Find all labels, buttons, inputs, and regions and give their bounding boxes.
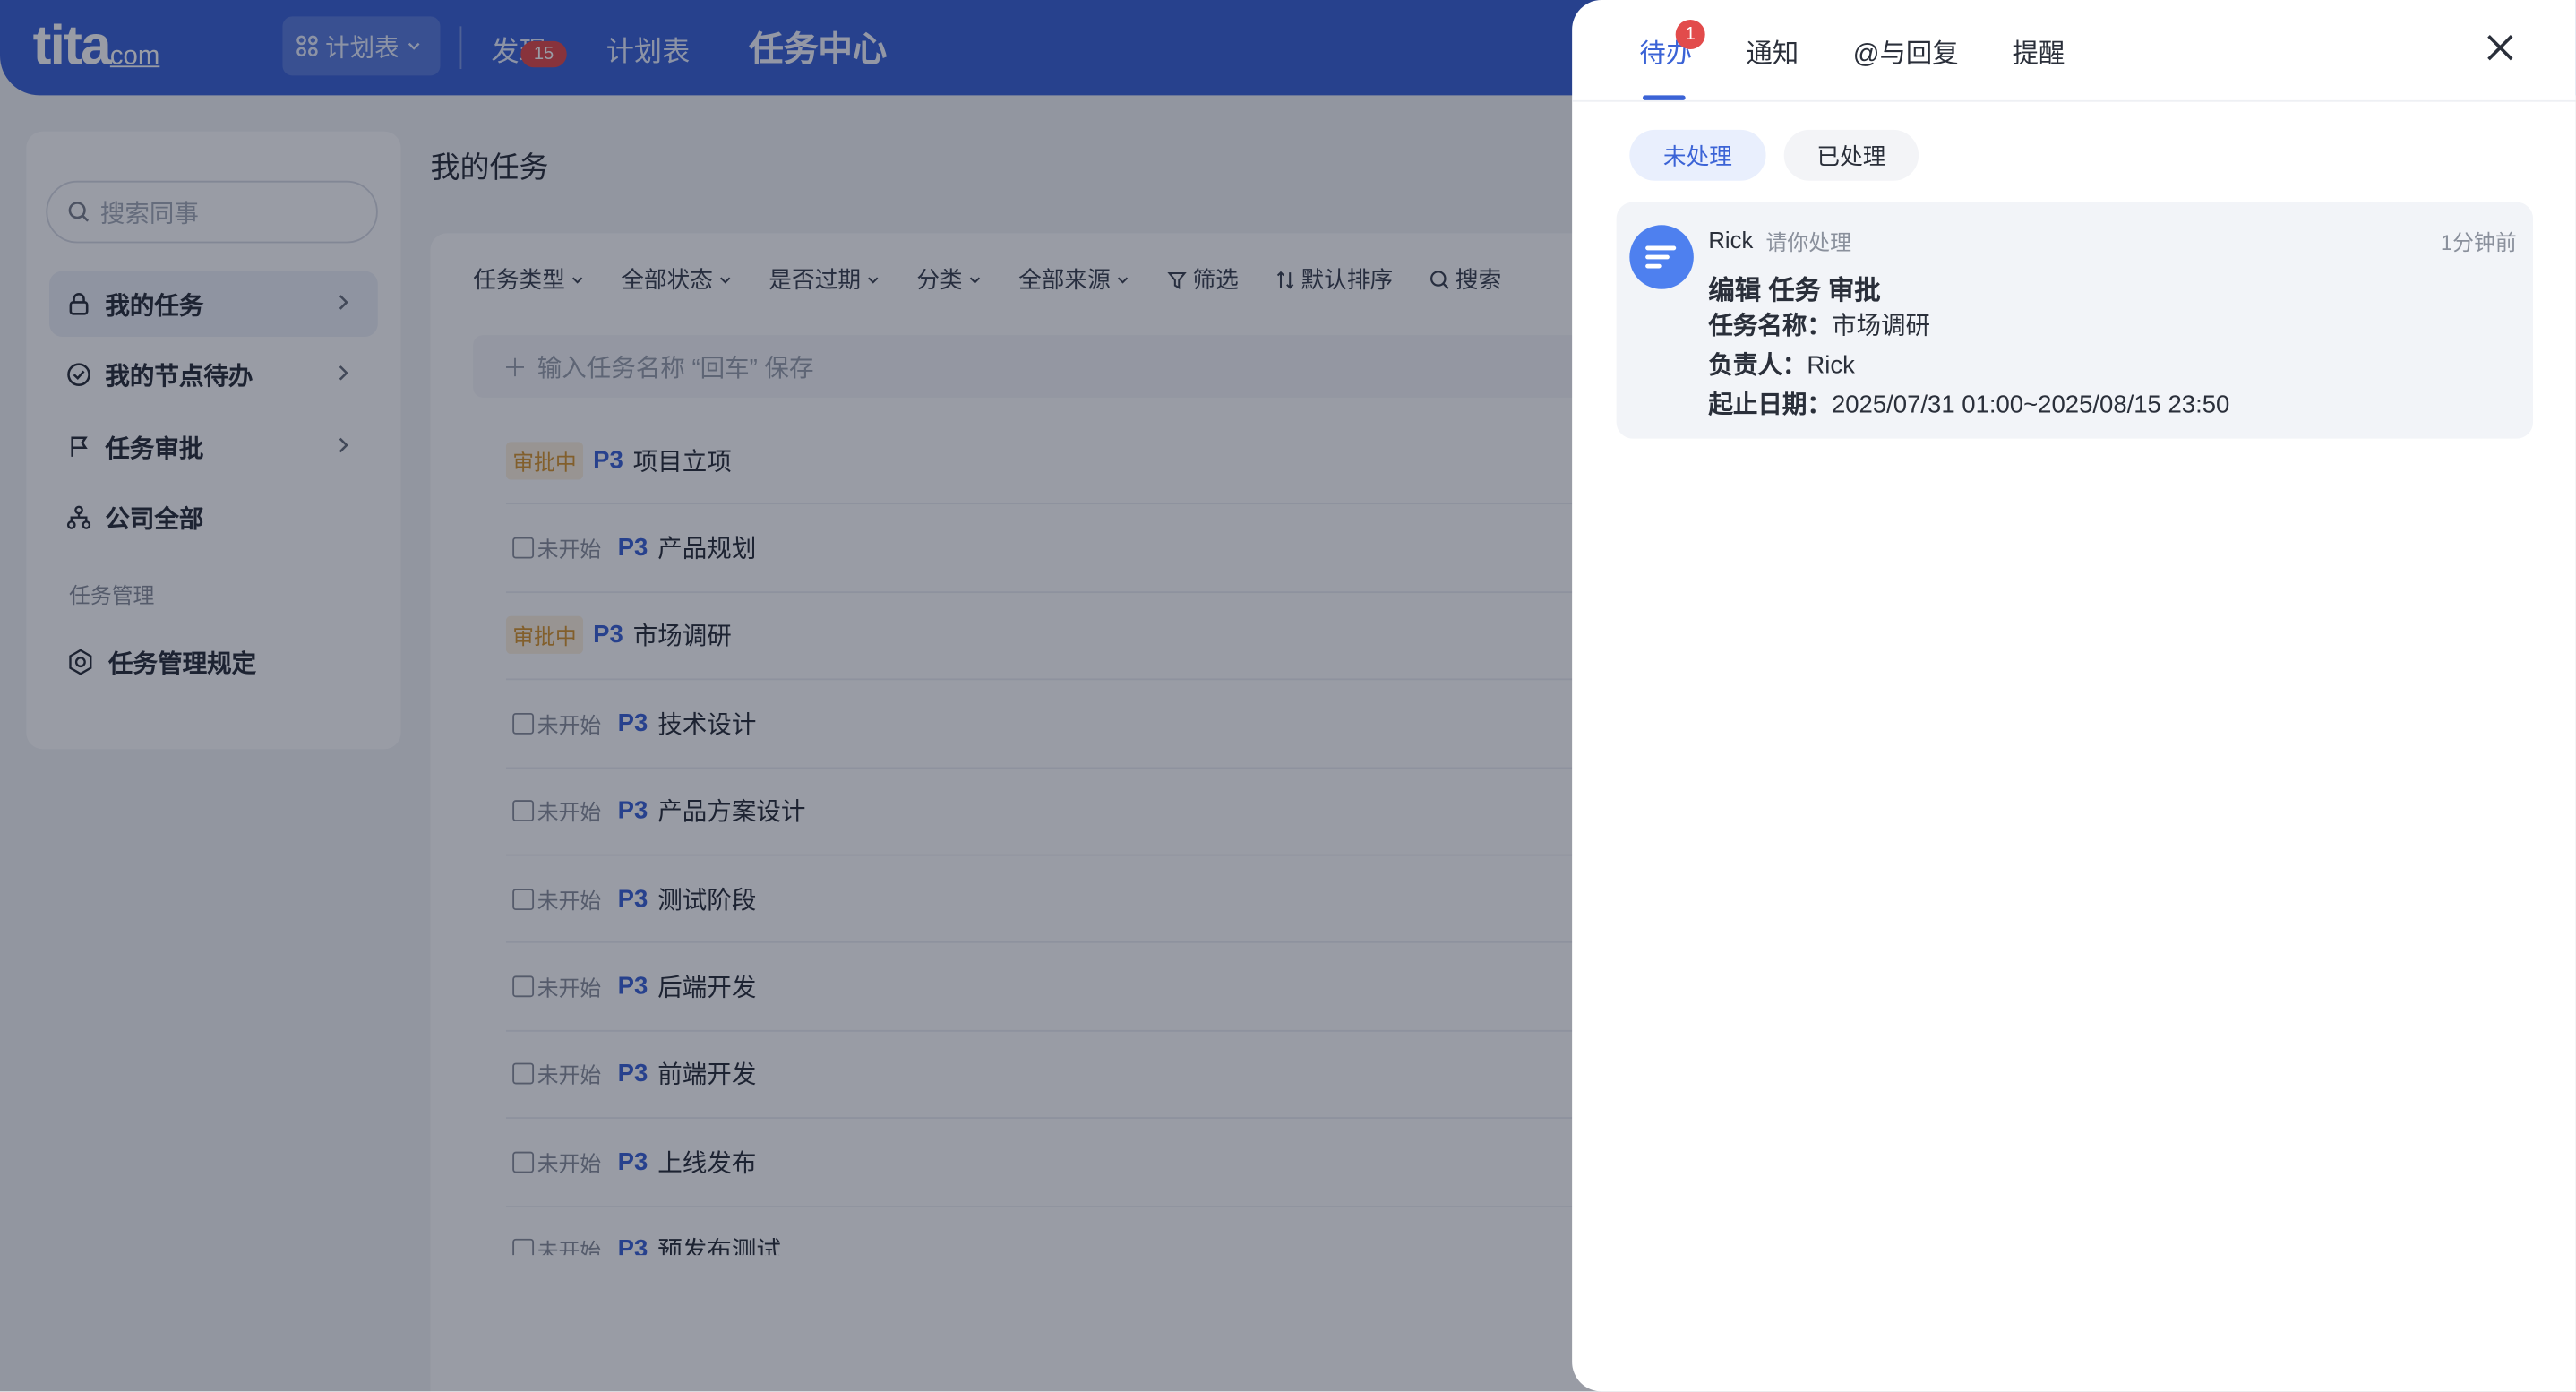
filter-processed-label: 已处理 xyxy=(1816,142,1886,168)
request-action: 请你处理 xyxy=(1765,229,1851,255)
tab-notifications[interactable]: 通知 xyxy=(1747,31,1799,71)
timestamp: 1分钟前 xyxy=(2440,229,2517,255)
drawer-tabs: 待办 1 通知 @与回复 提醒 xyxy=(1572,0,2576,102)
card-title: 编辑 任务 审批 xyxy=(1708,277,1881,306)
tab-reminders[interactable]: 提醒 xyxy=(2013,31,2065,71)
tab-todo-badge: 1 xyxy=(1675,20,1705,50)
tab-notifications-label: 通知 xyxy=(1746,40,1799,70)
card-line-owner: 负责人：Rick xyxy=(1708,347,1855,382)
line-label: 起止日期： xyxy=(1708,391,1832,419)
line-value: Rick xyxy=(1807,351,1855,380)
line-value: 2025/07/31 01:00~2025/08/15 23:50 xyxy=(1831,391,2230,419)
close-icon xyxy=(2487,35,2513,61)
tab-mentions-label: @与回复 xyxy=(1852,40,1959,70)
message-drawer: 待办 1 通知 @与回复 提醒 未处理 已处理 Rick 请你处理 1分钟前 编… xyxy=(1572,0,2576,1392)
line-label: 负责人： xyxy=(1708,351,1807,380)
close-drawer-button[interactable] xyxy=(2482,30,2518,65)
filter-unprocessed-label: 未处理 xyxy=(1662,142,1732,168)
sender-name: Rick xyxy=(1708,227,1754,253)
avatar xyxy=(1629,225,1694,289)
filter-unprocessed[interactable]: 未处理 xyxy=(1629,129,1766,181)
active-tab-indicator xyxy=(1643,95,1686,100)
tab-reminders-label: 提醒 xyxy=(2012,40,2065,70)
line-value: 市场调研 xyxy=(1831,312,1931,340)
card-line-task-name: 任务名称：市场调研 xyxy=(1708,307,1930,342)
tab-mentions[interactable]: @与回复 xyxy=(1853,31,1959,71)
card-line-dates: 起止日期：2025/07/31 01:00~2025/08/15 23:50 xyxy=(1708,386,2229,421)
todo-card[interactable]: Rick 请你处理 1分钟前 编辑 任务 审批 任务名称：市场调研 负责人：Ri… xyxy=(1616,202,2534,439)
filter-processed[interactable]: 已处理 xyxy=(1783,129,1919,181)
message-lines-icon xyxy=(1645,245,1677,269)
line-label: 任务名称： xyxy=(1708,312,1832,340)
